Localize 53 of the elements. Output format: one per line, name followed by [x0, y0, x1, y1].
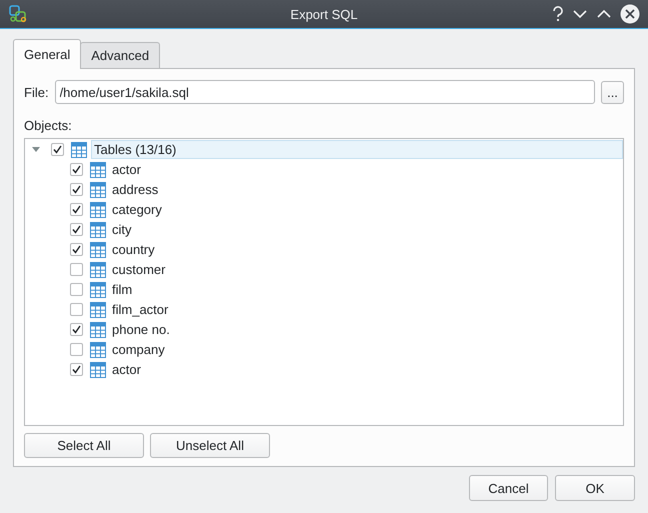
tab[interactable]: General	[13, 39, 82, 69]
file-path-field[interactable]: /home/user1/sakila.sql	[54, 80, 595, 104]
tree-item[interactable]: customer	[110, 260, 168, 280]
help-icon[interactable]	[552, 6, 564, 22]
checkbox[interactable]	[70, 163, 83, 176]
checkbox[interactable]	[70, 283, 83, 296]
table-icon	[90, 342, 106, 358]
checkbox[interactable]	[70, 303, 83, 316]
table-icon	[71, 142, 87, 158]
table-icon	[90, 202, 106, 218]
table-icon	[90, 282, 106, 298]
maximize-icon[interactable]	[596, 9, 612, 19]
table-icon	[90, 302, 106, 318]
table-icon	[90, 182, 106, 198]
tree-item[interactable]: film	[110, 280, 134, 300]
tree-item[interactable]: actor	[110, 160, 143, 180]
checkbox[interactable]	[70, 223, 83, 236]
table-icon	[90, 322, 106, 338]
tab[interactable]: Advanced	[80, 42, 160, 68]
tree-item[interactable]: address	[110, 180, 160, 200]
table-icon	[90, 162, 106, 178]
expand-arrow-icon[interactable]	[32, 146, 40, 153]
checkbox[interactable]	[70, 203, 83, 216]
tree-item[interactable]: Tables (13/16)	[91, 140, 623, 160]
tree-item[interactable]: actor	[110, 360, 143, 380]
window-title: Export SQL	[290, 7, 358, 22]
unselect-all-button[interactable]: Unselect All	[150, 433, 270, 458]
tree-item[interactable]: company	[110, 340, 167, 360]
tree-item[interactable]: phone no.	[110, 320, 172, 340]
objects-label: Objects:	[24, 118, 72, 133]
file-label: File:	[24, 84, 49, 100]
close-icon[interactable]	[620, 4, 640, 24]
checkbox[interactable]	[70, 183, 83, 196]
cancel-button[interactable]: Cancel	[469, 475, 548, 501]
app-logo-icon	[9, 5, 27, 23]
minimize-icon[interactable]	[572, 9, 588, 19]
tree-item[interactable]: country	[110, 240, 157, 260]
checkbox[interactable]	[70, 243, 83, 256]
ok-button[interactable]: OK	[555, 475, 635, 501]
checkbox[interactable]	[70, 263, 83, 276]
table-icon	[90, 222, 106, 238]
checkbox[interactable]	[70, 343, 83, 356]
tree-item[interactable]: film_actor	[110, 300, 170, 320]
checkbox[interactable]	[70, 363, 83, 376]
table-icon	[90, 262, 106, 278]
checkbox[interactable]	[70, 323, 83, 336]
browse-button[interactable]: ...	[601, 80, 624, 104]
tree-item[interactable]: city	[110, 220, 134, 240]
table-icon	[90, 362, 106, 378]
table-icon	[90, 242, 106, 258]
tree-item[interactable]: category	[110, 200, 164, 220]
checkbox[interactable]	[51, 143, 64, 156]
select-all-button[interactable]: Select All	[24, 433, 144, 458]
